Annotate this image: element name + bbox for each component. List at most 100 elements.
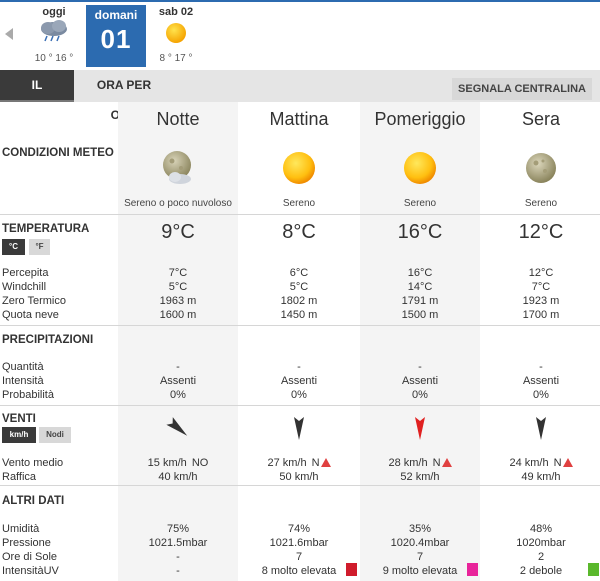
- value-umidita: 74%: [287, 523, 311, 535]
- label-vento-medio: Vento medio: [2, 457, 64, 469]
- sun-icon: [166, 23, 186, 43]
- value-raffica: 40 km/h: [158, 471, 198, 483]
- sun-icon: [279, 148, 319, 188]
- value-zero-termico: 1802 m: [280, 295, 318, 307]
- value-pressione: 1020mbar: [516, 537, 566, 549]
- value-quantita: -: [176, 361, 180, 373]
- fahrenheit-toggle[interactable]: °F: [29, 239, 50, 255]
- label-percepita: Percepita: [2, 267, 49, 279]
- day-number: 01: [100, 24, 132, 54]
- value-intensita-uv: 2 debole: [519, 565, 563, 577]
- divider: [0, 405, 600, 406]
- nodi-toggle[interactable]: Nodi: [39, 427, 71, 443]
- value-raffica: 50 km/h: [279, 471, 319, 483]
- forecast-table: CONDIZIONI METEO TEMPERATURA PRECIPITAZI…: [0, 102, 600, 581]
- value-percepita: 7°C: [168, 267, 188, 279]
- day-selector: oggi 10 ° 16 ° domani 01 sab 02 8 ° 17 °: [0, 0, 600, 70]
- day-tab-oggi[interactable]: oggi 10 ° 16 °: [24, 2, 84, 66]
- view-tabs: IL GIORNO ORA PER ORA SEGNALA CENTRALINA: [0, 70, 600, 122]
- wind-direction-arrow-icon: [530, 415, 552, 441]
- day-name: domani: [94, 8, 138, 22]
- value-intensita: Assenti: [159, 375, 197, 387]
- value-raffica: 49 km/h: [521, 471, 561, 483]
- value-pressione: 1021.6mbar: [269, 537, 329, 549]
- rain-cloud-icon: [41, 20, 67, 42]
- value-quota-neve: 1450 m: [280, 309, 318, 321]
- label-quantita: Quantità: [2, 361, 44, 373]
- value-windchill: 5°C: [168, 281, 188, 293]
- divider: [0, 214, 600, 215]
- previous-day-arrow-icon[interactable]: [5, 28, 13, 40]
- value-intensita-uv: -: [176, 565, 180, 577]
- wind-direction-arrow-icon: [166, 415, 189, 441]
- wind-speed: 27 km/h: [267, 457, 307, 469]
- condition-text: Sereno: [524, 198, 558, 209]
- wind-speed: 15 km/h: [147, 457, 187, 469]
- temperature-value: 16°C: [397, 221, 443, 243]
- tab-ora-per-ora[interactable]: ORA PER ORA: [77, 70, 171, 122]
- section-precipitazioni: PRECIPITAZIONI: [2, 334, 94, 346]
- wind-speed: 28 km/h: [388, 457, 428, 469]
- label-probabilita: Probabilità: [2, 389, 54, 401]
- value-quota-neve: 1700 m: [522, 309, 560, 321]
- value-zero-termico: 1791 m: [401, 295, 439, 307]
- value-vento-medio: 28 km/h N: [360, 456, 480, 470]
- value-ore-sole: 2: [537, 551, 545, 563]
- value-probabilita: 0%: [170, 389, 186, 401]
- day-temps: 8 ° 17 °: [159, 53, 193, 64]
- value-percepita: 6°C: [289, 267, 309, 279]
- moon-cloud-icon: [158, 148, 198, 188]
- section-altri-dati: ALTRI DATI: [2, 495, 65, 507]
- kmh-toggle[interactable]: km/h: [2, 427, 36, 443]
- value-zero-termico: 1923 m: [522, 295, 560, 307]
- segnala-centralina-button[interactable]: SEGNALA CENTRALINA: [452, 78, 592, 100]
- uv-level-indicator: [467, 563, 478, 576]
- value-intensita: Assenti: [280, 375, 318, 387]
- value-windchill: 7°C: [531, 281, 551, 293]
- period-name: Pomeriggio: [374, 109, 466, 129]
- value-intensita-uv: 9 molto elevata: [382, 565, 458, 577]
- period-name: Sera: [521, 109, 561, 129]
- value-probabilita: 0%: [412, 389, 428, 401]
- label-ore-sole: Ore di Sole: [2, 551, 58, 563]
- sun-icon: [400, 148, 440, 188]
- temperature-value: 8°C: [282, 221, 316, 243]
- section-condizioni-meteo: CONDIZIONI METEO: [2, 147, 114, 159]
- label-umidita: Umidità: [2, 523, 40, 535]
- divider: [0, 485, 600, 486]
- label-windchill: Windchill: [2, 281, 47, 293]
- value-ore-sole: 7: [416, 551, 424, 563]
- uv-level-indicator: [588, 563, 599, 576]
- value-pressione: 1021.5mbar: [148, 537, 208, 549]
- day-name: sab 02: [158, 6, 194, 18]
- label-quota-neve: Quota neve: [2, 309, 59, 321]
- label-intensita: Intensità: [2, 375, 44, 387]
- value-quantita: -: [297, 361, 301, 373]
- day-tab-domani[interactable]: domani 01: [86, 5, 146, 67]
- day-name: oggi: [42, 6, 66, 18]
- value-windchill: 5°C: [289, 281, 309, 293]
- value-umidita: 35%: [408, 523, 432, 535]
- day-strip-empty: [204, 2, 600, 70]
- value-vento-medio: 27 km/h N: [239, 456, 359, 470]
- temperature-value: 9°C: [161, 221, 195, 243]
- value-percepita: 12°C: [528, 267, 554, 279]
- value-vento-medio: 24 km/h N: [481, 456, 600, 470]
- value-quota-neve: 1500 m: [401, 309, 439, 321]
- wind-speed: 24 km/h: [509, 457, 549, 469]
- period-name: Mattina: [269, 109, 329, 129]
- value-probabilita: 0%: [291, 389, 307, 401]
- warning-icon: [562, 458, 573, 467]
- tab-il-giorno[interactable]: IL GIORNO: [0, 70, 74, 122]
- value-quantita: -: [418, 361, 422, 373]
- celsius-toggle[interactable]: °C: [2, 239, 25, 255]
- value-intensita-uv: 8 molto elevata: [261, 565, 337, 577]
- day-temps: 10 ° 16 °: [34, 53, 74, 64]
- warning-icon: [320, 458, 331, 467]
- period-name: Notte: [156, 109, 200, 129]
- wind-direction: NO: [191, 457, 209, 469]
- moon-icon: [521, 148, 561, 188]
- label-pressione: Pressione: [2, 537, 51, 549]
- day-tab-sab[interactable]: sab 02 8 ° 17 °: [148, 2, 204, 66]
- condition-text: Sereno: [403, 198, 437, 209]
